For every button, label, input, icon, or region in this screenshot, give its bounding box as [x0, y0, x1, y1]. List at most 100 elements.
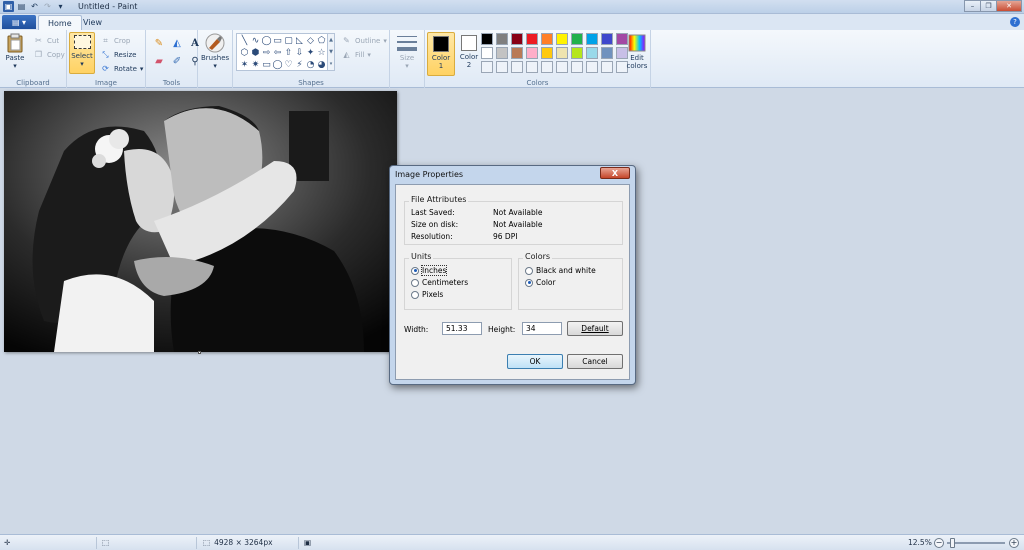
- shape-option[interactable]: ◯: [272, 59, 283, 70]
- shape-option[interactable]: ◺: [294, 35, 305, 46]
- shape-option[interactable]: ⬠: [316, 35, 327, 46]
- size-dropdown-icon[interactable]: ▾: [405, 62, 409, 70]
- zoom-in-button[interactable]: +: [1009, 538, 1019, 548]
- shape-option[interactable]: ♡: [283, 59, 294, 70]
- palette-swatch[interactable]: [586, 33, 598, 45]
- color1-button[interactable]: Color 1: [427, 32, 455, 76]
- select-button[interactable]: Select ▾: [69, 32, 95, 74]
- shape-option[interactable]: ◇: [305, 35, 316, 46]
- resize-button[interactable]: ⤡ Resize: [100, 49, 136, 60]
- canvas-resize-handle-bottom[interactable]: [198, 351, 201, 354]
- color-picker-icon[interactable]: ✐: [170, 54, 184, 68]
- palette-swatch[interactable]: [556, 47, 568, 59]
- radio-inches-dot[interactable]: [411, 266, 419, 275]
- palette-swatch[interactable]: [586, 47, 598, 59]
- palette-swatch[interactable]: [571, 33, 583, 45]
- palette-swatch[interactable]: [556, 33, 568, 45]
- shape-option[interactable]: ╲: [239, 35, 250, 46]
- fill-button[interactable]: ◭ Fill ▾: [341, 49, 371, 60]
- radio-centimeters[interactable]: Centimeters: [411, 278, 468, 287]
- shape-option[interactable]: ⇨: [261, 47, 272, 58]
- shape-option[interactable]: ☆: [316, 47, 327, 58]
- scroll-up-icon[interactable]: ▲: [329, 37, 333, 43]
- radio-color[interactable]: Color: [525, 278, 556, 287]
- palette-swatch[interactable]: [526, 47, 538, 59]
- customize-qat-icon[interactable]: ▾: [55, 1, 66, 12]
- undo-icon[interactable]: ↶: [29, 1, 40, 12]
- shape-option[interactable]: ▭: [272, 35, 283, 46]
- custom-color-slot[interactable]: [496, 61, 508, 73]
- zoom-slider-thumb[interactable]: [950, 538, 956, 548]
- shape-option[interactable]: ▢: [283, 35, 294, 46]
- fill-dropdown-icon[interactable]: ▾: [367, 51, 371, 59]
- zoom-out-button[interactable]: −: [934, 538, 944, 548]
- shape-option[interactable]: ◯: [261, 35, 272, 46]
- custom-color-slot[interactable]: [571, 61, 583, 73]
- rotate-dropdown-icon[interactable]: ▾: [140, 65, 144, 73]
- shape-option[interactable]: ▭: [261, 59, 272, 70]
- color2-button[interactable]: Color 2: [455, 32, 483, 76]
- dialog-close-button[interactable]: X: [600, 167, 630, 179]
- cancel-button[interactable]: Cancel: [567, 354, 623, 369]
- ok-button[interactable]: OK: [507, 354, 563, 369]
- paint-app-icon[interactable]: ▣: [3, 1, 14, 12]
- radio-color-dot[interactable]: [525, 278, 533, 287]
- palette-swatch[interactable]: [541, 33, 553, 45]
- outline-button[interactable]: ✎ Outline ▾: [341, 35, 387, 46]
- palette-swatch[interactable]: [511, 47, 523, 59]
- file-menu-button[interactable]: ▤ ▾: [2, 15, 36, 29]
- radio-black-and-white-dot[interactable]: [525, 266, 533, 275]
- rotate-button[interactable]: ⟳ Rotate ▾: [100, 63, 143, 74]
- custom-color-slot[interactable]: [601, 61, 613, 73]
- palette-swatch[interactable]: [526, 33, 538, 45]
- radio-black-and-white[interactable]: Black and white: [525, 266, 596, 275]
- shape-option[interactable]: ⇧: [283, 47, 294, 58]
- palette-swatch[interactable]: [481, 33, 493, 45]
- palette-swatch[interactable]: [541, 47, 553, 59]
- gallery-expand-icon[interactable]: ▾: [330, 61, 333, 67]
- brushes-dropdown-icon[interactable]: ▾: [213, 62, 217, 70]
- shape-option[interactable]: ◔: [305, 59, 316, 70]
- palette-swatch[interactable]: [481, 47, 493, 59]
- custom-color-slot[interactable]: [556, 61, 568, 73]
- radio-pixels[interactable]: Pixels: [411, 290, 443, 299]
- shape-option[interactable]: ⚡: [294, 59, 305, 70]
- palette-swatch[interactable]: [511, 33, 523, 45]
- palette-swatch[interactable]: [601, 33, 613, 45]
- radio-centimeters-dot[interactable]: [411, 278, 419, 287]
- outline-dropdown-icon[interactable]: ▾: [383, 37, 387, 45]
- close-button[interactable]: ✕: [996, 0, 1022, 12]
- size-button[interactable]: Size ▾: [396, 32, 418, 70]
- custom-color-slot[interactable]: [541, 61, 553, 73]
- shape-option[interactable]: ✷: [250, 59, 261, 70]
- height-field[interactable]: [522, 322, 562, 335]
- custom-color-slot[interactable]: [586, 61, 598, 73]
- redo-icon[interactable]: ↷: [42, 1, 53, 12]
- fill-icon[interactable]: ◭: [170, 36, 184, 50]
- zoom-slider-track[interactable]: [947, 542, 1005, 544]
- shape-option[interactable]: ⬢: [250, 47, 261, 58]
- palette-swatch[interactable]: [496, 33, 508, 45]
- width-field[interactable]: [442, 322, 482, 335]
- paste-button[interactable]: Paste ▾: [4, 32, 26, 70]
- shape-option[interactable]: ⬡: [239, 47, 250, 58]
- shape-option[interactable]: ◕: [316, 59, 327, 70]
- custom-color-slot[interactable]: [511, 61, 523, 73]
- custom-color-slot[interactable]: [526, 61, 538, 73]
- scroll-down-icon[interactable]: ▼: [329, 49, 333, 55]
- palette-swatch[interactable]: [601, 47, 613, 59]
- shape-option[interactable]: ∿: [250, 35, 261, 46]
- canvas-image[interactable]: [4, 91, 397, 352]
- brushes-button[interactable]: Brushes ▾: [201, 32, 229, 70]
- restore-button[interactable]: ❐: [980, 0, 997, 12]
- custom-color-slot[interactable]: [481, 61, 493, 73]
- minimize-button[interactable]: –: [964, 0, 981, 12]
- help-icon[interactable]: ?: [1010, 17, 1020, 27]
- shapes-scrollbar[interactable]: ▲ ▼ ▾: [328, 33, 335, 71]
- pencil-icon[interactable]: ✎: [152, 36, 166, 50]
- radio-inches[interactable]: Inches: [411, 265, 448, 276]
- paste-dropdown-icon[interactable]: ▾: [13, 62, 17, 70]
- shape-option[interactable]: ✶: [239, 59, 250, 70]
- tab-view[interactable]: View: [74, 15, 111, 30]
- eraser-icon[interactable]: ▰: [152, 54, 166, 68]
